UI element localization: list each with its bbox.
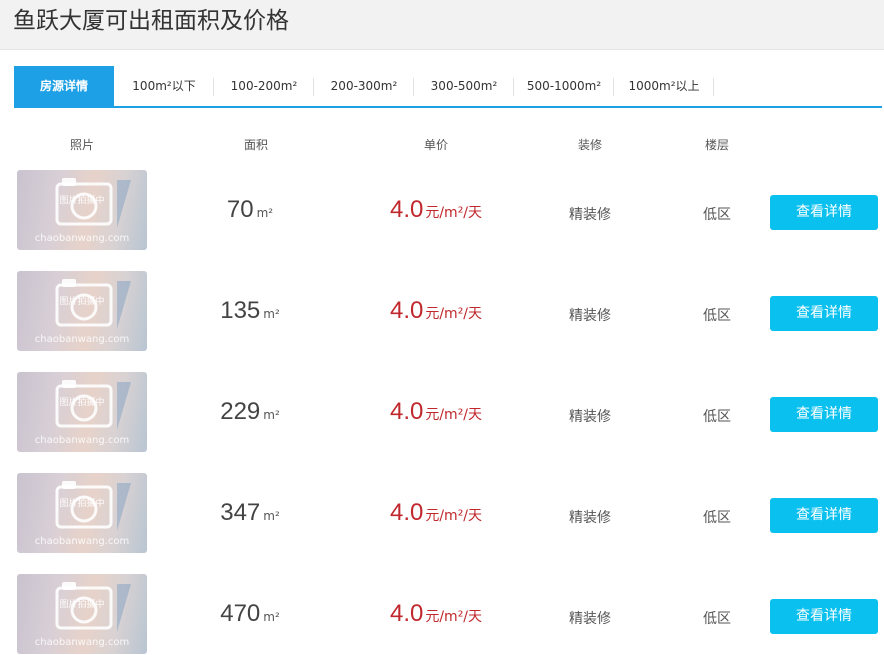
photo-overlay-text: 图片拍摄中 (59, 297, 105, 307)
tab-label: 100m²以下 (132, 79, 196, 93)
area-cell: 70 m² (190, 196, 310, 224)
area-cell: 347 m² (190, 499, 310, 527)
tab-200-300[interactable]: 200-300m² (314, 66, 414, 106)
price-value: 4.0 (389, 600, 424, 627)
photo-watermark: chaobanwang.com (34, 334, 130, 345)
photo-watermark: chaobanwang.com (34, 536, 130, 547)
decoration-cell: 精装修 (569, 409, 611, 425)
view-details-button[interactable]: 查看详情 (770, 195, 878, 230)
area-unit: m² (263, 408, 280, 422)
price-unit: 元/m²/天 (425, 508, 483, 524)
decoration-cell: 精装修 (569, 611, 611, 627)
tab-label: 1000m²以上 (628, 79, 700, 93)
price-cell: 4.0 元/m²/天 (376, 499, 496, 527)
photo-overlay-text: 图片拍摄中 (59, 600, 105, 610)
tab-100-200[interactable]: 100-200m² (214, 66, 314, 106)
listing-row: 图片拍摄中 chaobanwang.com 70 m² 4.0 元/m²/天 精装修… (0, 170, 884, 251)
price-value: 4.0 (389, 297, 424, 324)
area-unit: m² (263, 307, 280, 321)
page-header: 鱼跃大厦可出租面积及价格 (0, 0, 884, 50)
column-header-photo: 照片 (69, 138, 94, 152)
price-cell: 4.0 元/m²/天 (376, 398, 496, 426)
listing-row: 图片拍摄中 chaobanwang.com 135 m² 4.0 元/m²/天 精装… (0, 271, 884, 352)
area-cell: 135 m² (190, 297, 310, 325)
column-header-floor: 楼层 (704, 138, 729, 152)
listing-photo[interactable]: 图片拍摄中 chaobanwang.com (17, 372, 147, 452)
tab-300-500[interactable]: 300-500m² (414, 66, 514, 106)
floor-cell: 低区 (703, 611, 731, 627)
decoration-cell: 精装修 (569, 308, 611, 324)
floor-cell: 低区 (703, 308, 731, 324)
tab-label: 500-1000m² (526, 79, 602, 93)
listing-photo[interactable]: 图片拍摄中 chaobanwang.com (17, 170, 147, 250)
price-cell: 4.0 元/m²/天 (376, 600, 496, 628)
area-unit: m² (263, 509, 280, 523)
listing-row: 图片拍摄中 chaobanwang.com 470 m² 4.0 元/m²/天 精装… (0, 574, 884, 655)
listing-photo[interactable]: 图片拍摄中 chaobanwang.com (17, 574, 147, 654)
price-unit: 元/m²/天 (425, 609, 483, 625)
column-header-decoration: 装修 (577, 138, 602, 152)
area-value: 229 (220, 398, 261, 425)
tab-label: 300-500m² (430, 79, 498, 93)
price-unit: 元/m²/天 (425, 407, 483, 423)
tab-label: 100-200m² (230, 79, 298, 93)
area-cell: 470 m² (190, 600, 310, 628)
tab-label: 200-300m² (330, 79, 398, 93)
photo-overlay-text: 图片拍摄中 (59, 398, 105, 408)
area-value: 347 (220, 499, 261, 526)
price-value: 4.0 (389, 499, 424, 526)
area-cell: 229 m² (190, 398, 310, 426)
area-unit: m² (263, 610, 280, 624)
price-unit: 元/m²/天 (425, 306, 483, 322)
photo-watermark: chaobanwang.com (34, 637, 130, 648)
photo-overlay-text: 图片拍摄中 (59, 196, 105, 206)
price-cell: 4.0 元/m²/天 (376, 196, 496, 224)
tab-listing-details[interactable]: 房源详情 (14, 66, 114, 106)
listing-photo[interactable]: 图片拍摄中 chaobanwang.com (17, 473, 147, 553)
floor-cell: 低区 (703, 207, 731, 223)
view-details-button[interactable]: 查看详情 (770, 599, 878, 634)
area-value: 70 (226, 196, 254, 223)
listing-row: 图片拍摄中 chaobanwang.com 229 m² 4.0 元/m²/天 精装… (0, 372, 884, 453)
floor-cell: 低区 (703, 510, 731, 526)
price-cell: 4.0 元/m²/天 (376, 297, 496, 325)
listing-row: 图片拍摄中 chaobanwang.com 347 m² 4.0 元/m²/天 精装… (0, 473, 884, 554)
photo-overlay-text: 图片拍摄中 (59, 499, 105, 509)
decoration-cell: 精装修 (569, 207, 611, 223)
price-unit: 元/m²/天 (425, 205, 483, 221)
price-value: 4.0 (389, 398, 424, 425)
price-value: 4.0 (389, 196, 424, 223)
page-title: 鱼跃大厦可出租面积及价格 (13, 8, 289, 34)
area-unit: m² (256, 206, 274, 220)
photo-watermark: chaobanwang.com (34, 233, 130, 244)
area-value: 470 (220, 600, 261, 627)
area-value: 135 (220, 297, 261, 324)
listing-photo[interactable]: 图片拍摄中 chaobanwang.com (17, 271, 147, 351)
photo-watermark: chaobanwang.com (34, 435, 130, 446)
tab-under-100[interactable]: 100m²以下 (114, 66, 214, 106)
decoration-cell: 精装修 (569, 510, 611, 526)
view-details-button[interactable]: 查看详情 (770, 397, 878, 432)
column-header-price: 单价 (423, 138, 448, 152)
tab-over-1000[interactable]: 1000m²以上 (614, 66, 714, 106)
tab-500-1000[interactable]: 500-1000m² (514, 66, 614, 106)
column-header-area: 面积 (243, 138, 268, 152)
view-details-button[interactable]: 查看详情 (770, 296, 878, 331)
view-details-button[interactable]: 查看详情 (770, 498, 878, 533)
size-filter-tabs: 房源详情 100m²以下 100-200m² 200-300m² 300-500… (14, 66, 882, 108)
floor-cell: 低区 (703, 409, 731, 425)
